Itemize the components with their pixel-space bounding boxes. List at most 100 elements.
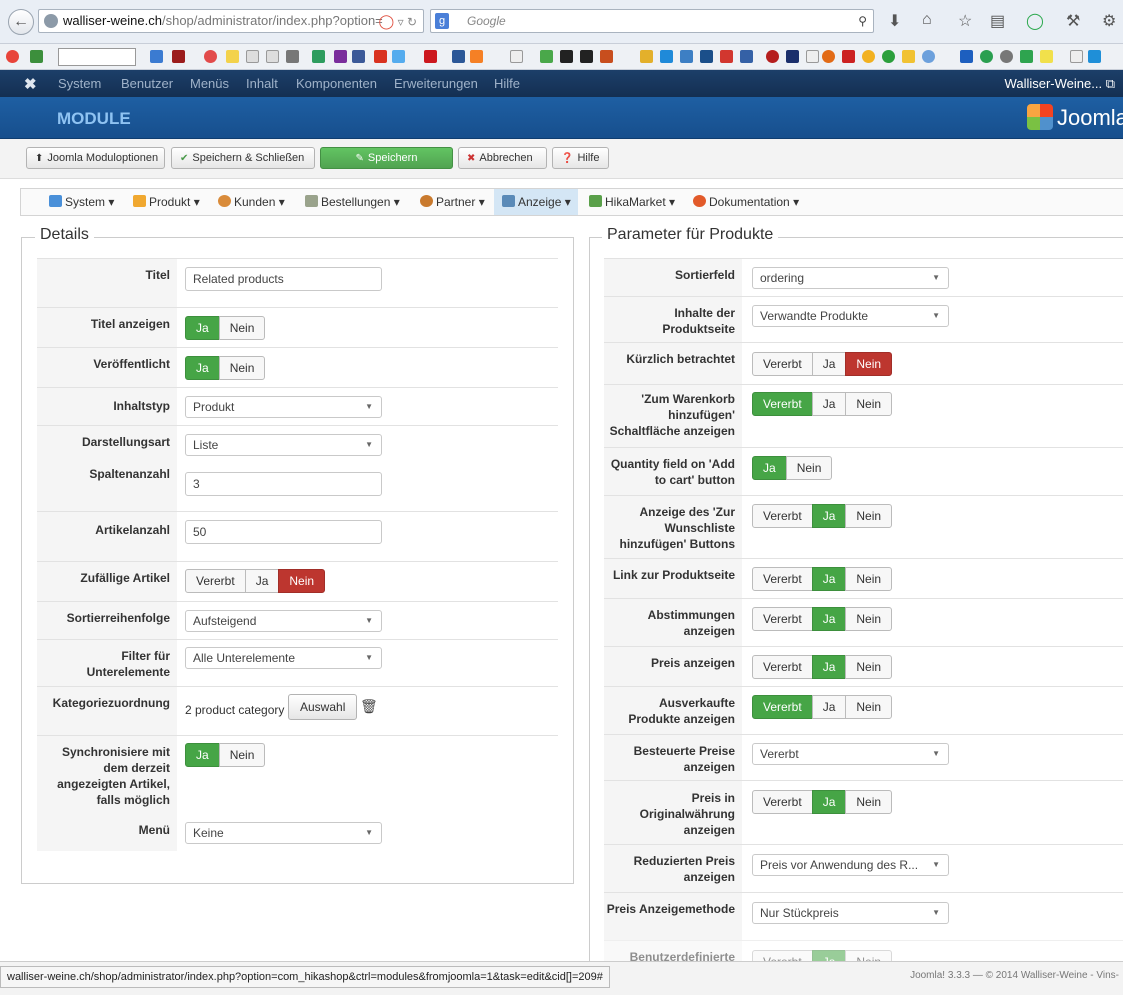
content-type-select[interactable]: Produkt ▼ [185,396,382,418]
dropdown-icon[interactable]: ▿ [398,15,404,29]
no-option[interactable]: Nein [785,456,833,480]
inherit-option[interactable]: Vererbt [752,352,813,376]
bookmark-icon[interactable] [720,50,733,63]
bookmark-icon[interactable] [226,50,239,63]
display-select[interactable]: Liste ▼ [185,434,382,456]
inherit-option[interactable]: Vererbt [752,695,813,719]
joomla-logo-icon[interactable]: ✖ [24,75,37,93]
bookmark-icon[interactable] [1088,50,1101,63]
bookmark-icon[interactable] [822,50,835,63]
bookmark-icon[interactable] [510,50,523,63]
yes-option[interactable]: Ja [811,504,847,528]
bookmark-icon[interactable] [882,50,895,63]
yes-option[interactable]: Ja [811,352,847,376]
bookmark-icon[interactable] [922,50,935,63]
yes-option[interactable]: Ja [811,950,847,961]
bookmark-icon[interactable] [786,50,799,63]
inherit-option[interactable]: Vererbt [752,504,813,528]
no-option[interactable]: Nein [845,567,893,591]
bookmark-icon[interactable] [862,50,875,63]
no-option[interactable]: Nein [845,607,893,631]
no-option[interactable]: Nein [845,392,893,416]
clipboard-icon[interactable]: ▤ [990,11,1005,31]
bookmark-icon[interactable] [640,50,653,63]
bookmark-icon[interactable] [470,50,483,63]
bookmark-icon[interactable] [842,50,855,63]
menu-help[interactable]: Hilfe [494,76,520,91]
tools-icon[interactable]: ⚙ [1102,11,1116,31]
bookmark-icon[interactable] [204,50,217,63]
no-option[interactable]: Nein [218,356,266,380]
hika-menu-orders[interactable]: Bestellungen ▾ [305,189,400,215]
menu-content[interactable]: Inhalt [246,76,278,91]
addon-icon[interactable]: ◯ [1026,11,1044,31]
bookmark-icon[interactable] [902,50,915,63]
back-arrow-icon[interactable]: ← [8,9,34,35]
no-option[interactable]: Nein [845,950,893,961]
bookmark-icon[interactable] [680,50,693,63]
menu-select[interactable]: Keine ▼ [185,822,382,844]
opera-icon[interactable]: ◯ [379,13,395,29]
bookmark-icon[interactable] [286,50,299,63]
bookmark-icon[interactable] [540,50,553,63]
bookmark-icon[interactable] [352,50,365,63]
no-option[interactable]: Nein [218,743,266,767]
bookmark-star-icon[interactable]: ☆ [958,11,972,31]
search-bar[interactable]: g Google ⚲ [430,9,874,33]
price-method-select[interactable]: Nur Stückpreis ▼ [752,902,949,924]
address-bar[interactable]: walliser-weine.ch/shop/administrator/ind… [38,9,424,33]
menu-components[interactable]: Komponenten [296,76,377,91]
yes-option[interactable]: Ja [811,790,847,814]
trash-icon[interactable]: 🗑 [360,698,378,715]
bookmark-icon[interactable] [266,50,279,63]
yes-option[interactable]: Ja [185,316,220,340]
no-option[interactable]: Nein [218,316,266,340]
bookmark-icon[interactable] [172,50,185,63]
yes-option[interactable]: Ja [752,456,787,480]
no-option[interactable]: Nein [845,504,893,528]
no-option[interactable]: Nein [845,352,893,376]
yes-option[interactable]: Ja [811,567,847,591]
yes-option[interactable]: Ja [811,607,847,631]
no-option[interactable]: Nein [845,790,893,814]
bookmark-icon[interactable] [374,50,387,63]
save-button[interactable]: ✎ Speichern [320,147,453,169]
bookmark-icon[interactable] [1000,50,1013,63]
no-option[interactable]: Nein [278,569,326,593]
cancel-button[interactable]: ✖ Abbrechen [458,147,547,169]
choose-button[interactable]: Auswahl [288,694,358,720]
order-select[interactable]: Aufsteigend ▼ [185,610,382,632]
bookmark-icon[interactable] [600,50,613,63]
inherit-option[interactable]: Vererbt [752,567,813,591]
bookmark-icon[interactable] [246,50,259,63]
hika-menu-product[interactable]: Produkt ▾ [133,189,200,215]
inherit-option[interactable]: Vererbt [752,392,813,416]
yes-option[interactable]: Ja [811,655,847,679]
bookmark-icon[interactable] [312,50,325,63]
bookmark-icon[interactable] [452,50,465,63]
bookmark-icon[interactable] [30,50,43,63]
yes-option[interactable]: Ja [185,356,220,380]
bookmark-search-box[interactable] [58,48,136,66]
inherit-option[interactable]: Vererbt [752,607,813,631]
page-content-select[interactable]: Verwandte Produkte ▼ [752,305,949,327]
save-close-button[interactable]: ✔ Speichern & Schließen [171,147,315,169]
bookmark-icon[interactable] [806,50,819,63]
bookmark-icon[interactable] [1040,50,1053,63]
hika-menu-system[interactable]: System ▾ [49,189,114,215]
filter-select[interactable]: Alle Unterelemente ▼ [185,647,382,669]
columns-input[interactable]: 3 [185,472,382,496]
wrench-icon[interactable]: ⚒ [1066,11,1080,31]
inherit-option[interactable]: Vererbt [752,790,813,814]
no-option[interactable]: Nein [845,695,893,719]
hika-menu-customers[interactable]: Kunden ▾ [218,189,285,215]
google-icon[interactable]: g [435,13,449,29]
taxed-select[interactable]: Vererbt ▼ [752,743,949,765]
inherit-option[interactable]: Vererbt [752,655,813,679]
hika-menu-display[interactable]: Anzeige ▾ [494,189,578,215]
bookmark-icon[interactable] [424,50,437,63]
inherit-option[interactable]: Vererbt [185,569,246,593]
magnifier-icon[interactable]: ⚲ [858,10,867,32]
download-icon[interactable]: ⬇ [888,11,901,31]
discount-select[interactable]: Preis vor Anwendung des R... ▼ [752,854,949,876]
